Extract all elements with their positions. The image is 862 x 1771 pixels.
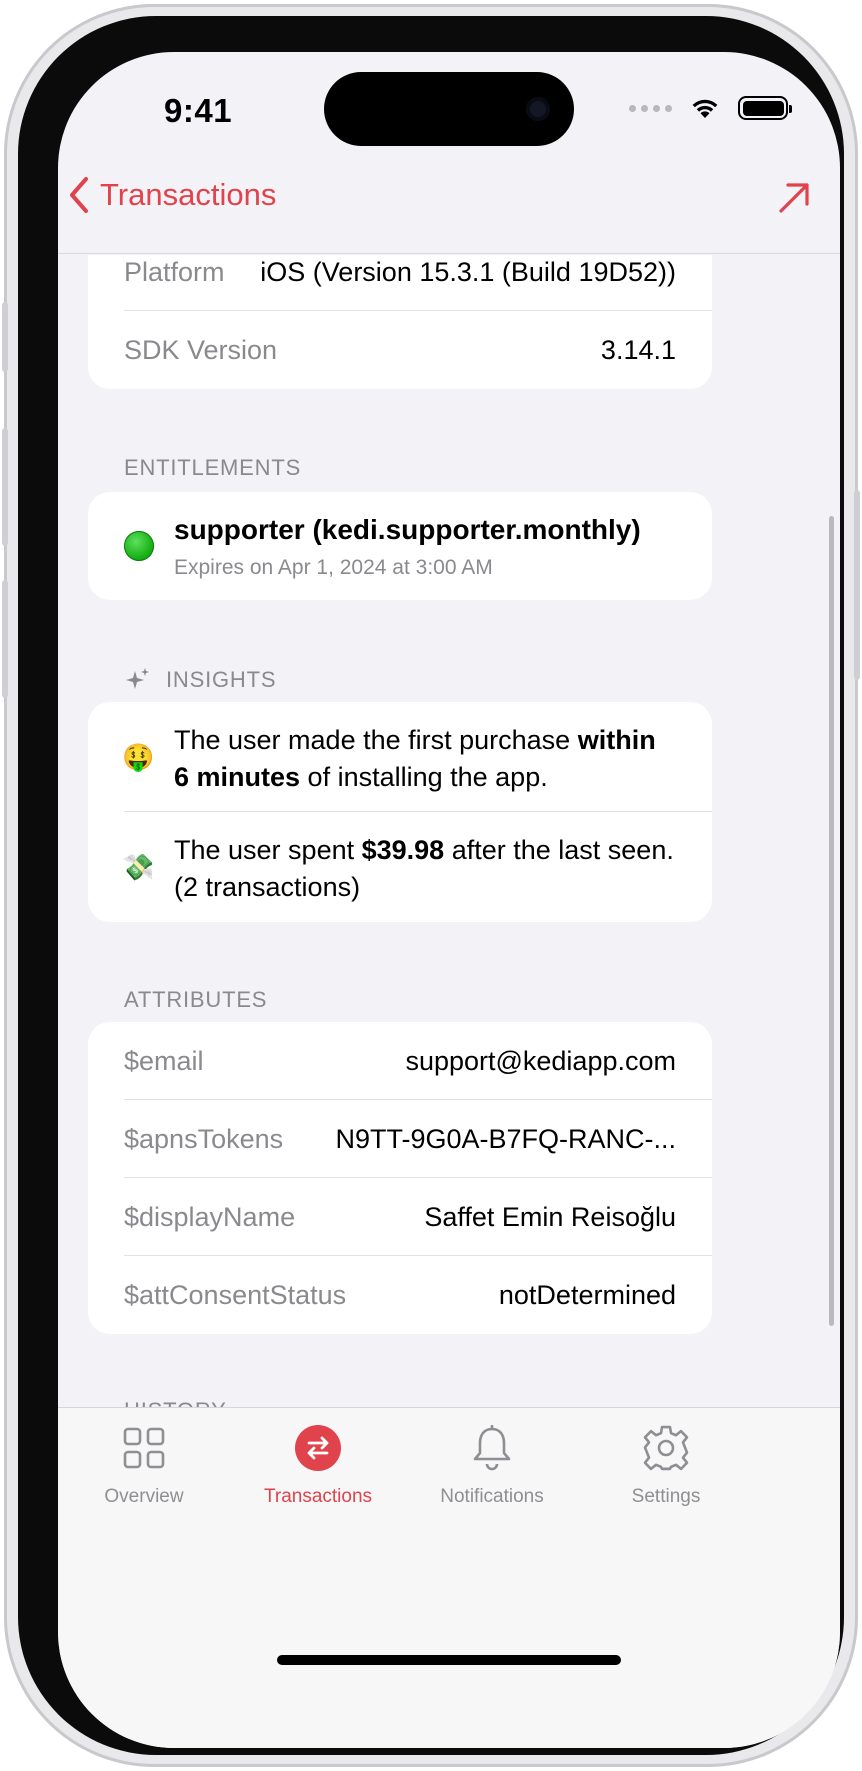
- info-key: SDK Version: [124, 334, 278, 365]
- insight-item: 💸 The user spent $39.98 after the last s…: [88, 812, 712, 922]
- insight-highlight: $39.98: [361, 835, 445, 865]
- scrollbar[interactable]: [829, 516, 834, 1326]
- attribute-key: $email: [124, 1045, 204, 1076]
- gear-icon: [643, 1425, 689, 1471]
- money-mouth-face-icon: 🤑: [122, 742, 155, 772]
- chevron-left-icon: [70, 177, 88, 213]
- tab-notifications[interactable]: Notifications: [412, 1422, 572, 1508]
- info-value: iOS (Version 15.3.1 (Build 19D52)): [260, 256, 676, 287]
- tab-transactions[interactable]: Transactions: [238, 1422, 398, 1508]
- wifi-icon: [692, 99, 718, 118]
- attribute-value: N9TT-9G0A-B7FQ-RANC-...: [335, 1123, 676, 1154]
- info-row-sdk-version: SDK Version 3.14.1: [88, 311, 712, 389]
- bell-icon: [473, 1425, 511, 1471]
- navigation-bar: Transactions: [58, 170, 840, 254]
- attribute-row-email[interactable]: $email support@kediapp.com: [88, 1022, 712, 1100]
- device-info-card: Platform iOS (Version 15.3.1 (Build 19D5…: [88, 255, 712, 389]
- money-with-wings-icon: 💸: [122, 852, 155, 882]
- tab-overview[interactable]: Overview: [64, 1422, 224, 1508]
- home-indicator: [277, 1655, 621, 1665]
- insight-item: 🤑 The user made the first purchase withi…: [88, 702, 712, 812]
- attribute-row-apns-tokens[interactable]: $apnsTokens N9TT-9G0A-B7FQ-RANC-...: [88, 1100, 712, 1178]
- screen-bezel: 9:41 Transactions Platform iOS (Version …: [18, 16, 844, 1755]
- status-icons: [629, 96, 792, 120]
- entitlement-card[interactable]: supporter (kedi.supporter.monthly) Expir…: [88, 492, 712, 600]
- attribute-value: notDetermined: [498, 1279, 676, 1310]
- attributes-section-label: ATTRIBUTES: [124, 987, 268, 1012]
- tab-bar: Overview Transactions Notifications Sett…: [58, 1407, 840, 1748]
- volume-up-button: [2, 428, 8, 546]
- status-time: 9:41: [164, 92, 233, 129]
- attribute-value: Saffet Emin Reisoğlu: [424, 1201, 676, 1232]
- history-section-label: HISTORY: [124, 1398, 227, 1407]
- volume-down-button: [2, 580, 8, 698]
- screen: 9:41 Transactions Platform iOS (Version …: [58, 52, 840, 1748]
- dynamic-island: [324, 72, 574, 146]
- attribute-key: $displayName: [124, 1201, 296, 1232]
- insights-section-label: INSIGHTS: [166, 667, 277, 692]
- insights-section-header: INSIGHTS: [126, 667, 276, 693]
- tab-label: Transactions: [263, 1486, 373, 1507]
- insights-card: 🤑 The user made the first purchase withi…: [88, 702, 712, 922]
- entitlement-expiry: Expires on Apr 1, 2024 at 3:00 AM: [174, 556, 493, 579]
- mute-switch: [2, 302, 8, 372]
- tab-settings[interactable]: Settings: [586, 1422, 746, 1508]
- attribute-row-att-consent-status[interactable]: $attConsentStatus notDetermined: [88, 1256, 712, 1334]
- attribute-row-display-name[interactable]: $displayName Saffet Emin Reisoğlu: [88, 1178, 712, 1256]
- power-button: [854, 490, 860, 680]
- attribute-key: $attConsentStatus: [124, 1279, 347, 1310]
- arrow-up-right-icon: [779, 183, 809, 213]
- open-external-button[interactable]: [776, 180, 812, 221]
- status-bar: 9:41: [58, 52, 840, 170]
- insight-text: The user made the first purchase: [174, 725, 578, 755]
- tab-label: Overview: [104, 1486, 184, 1507]
- scroll-content[interactable]: Platform iOS (Version 15.3.1 (Build 19D5…: [58, 255, 840, 1407]
- info-row-platform: Platform iOS (Version 15.3.1 (Build 19D5…: [88, 255, 712, 311]
- phone-frame: 9:41 Transactions Platform iOS (Version …: [2, 4, 860, 1767]
- entitlement-title: supporter (kedi.supporter.monthly): [174, 514, 641, 545]
- battery-icon: [738, 96, 792, 120]
- tab-label: Settings: [631, 1486, 701, 1507]
- insight-text: of installing the app.: [300, 762, 548, 792]
- tab-label: Notifications: [440, 1486, 544, 1507]
- cellular-signal-icon: [629, 104, 672, 112]
- active-status-indicator: [124, 531, 154, 561]
- attributes-card: $email support@kediapp.com $apnsTokens N…: [88, 1022, 712, 1334]
- attribute-key: $apnsTokens: [124, 1123, 284, 1154]
- back-button-label: Transactions: [100, 177, 277, 212]
- attribute-value: support@kediapp.com: [405, 1045, 676, 1076]
- insight-text: The user spent: [174, 835, 362, 865]
- info-value: 3.14.1: [600, 334, 676, 365]
- arrows-swap-icon: [295, 1425, 341, 1471]
- front-camera: [526, 97, 550, 121]
- entitlements-section-label: ENTITLEMENTS: [124, 455, 302, 480]
- grid-icon: [123, 1427, 165, 1469]
- back-button[interactable]: Transactions: [68, 176, 276, 214]
- info-key: Platform: [124, 256, 225, 287]
- sparkles-icon: [126, 668, 149, 689]
